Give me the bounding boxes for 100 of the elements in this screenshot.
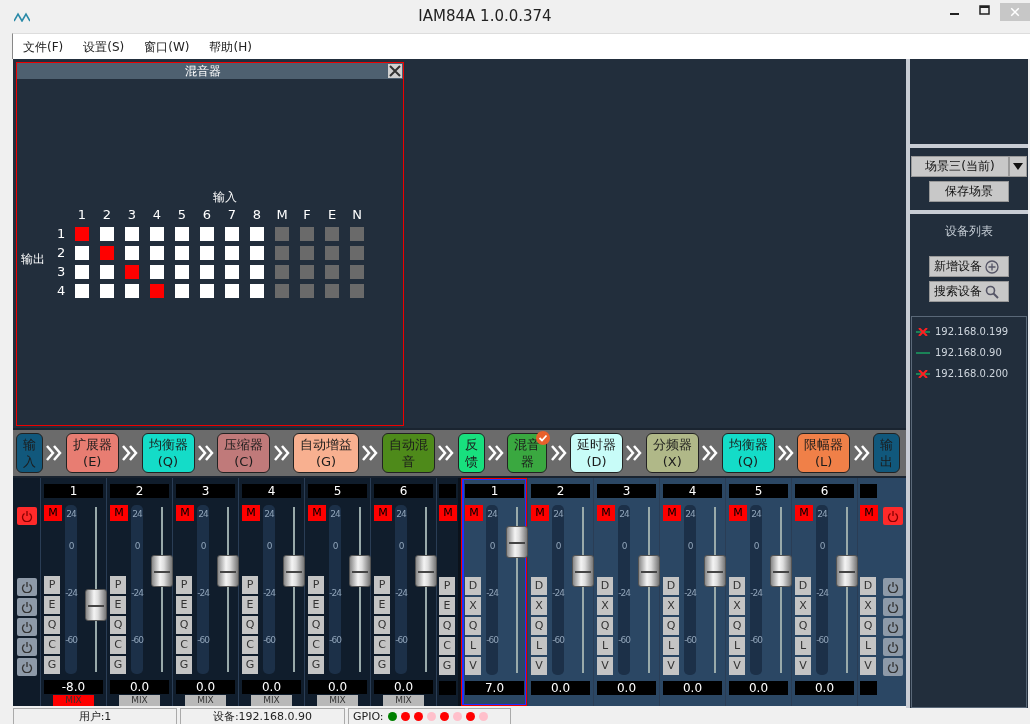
power-button[interactable] [16,618,37,636]
fader-handle[interactable] [85,589,108,622]
matrix-cell[interactable] [75,246,89,260]
channel-button[interactable]: C [110,636,126,654]
channel-button[interactable]: P [110,576,126,594]
mute-button[interactable]: M [729,505,747,521]
power-button[interactable] [16,598,37,616]
power-button[interactable] [882,618,903,636]
device-address[interactable]: 192.168.0.199 [935,324,1009,339]
channel-button[interactable]: P [44,576,60,594]
process-block[interactable]: 均衡器 (Q) [721,433,775,473]
matrix-cell[interactable] [200,284,214,298]
mute-button[interactable]: M [465,505,483,521]
matrix-cell[interactable] [125,265,139,279]
channel-button[interactable]: Q [795,617,811,635]
channel-button[interactable]: Q [729,617,745,635]
channel-button[interactable]: X [860,597,876,615]
channel-button[interactable]: L [663,637,679,655]
channel-button[interactable]: X [795,597,811,615]
channel-button[interactable]: X [465,597,481,615]
mix-button[interactable]: MIX [185,695,226,706]
search-device-button[interactable]: 搜索设备 [929,281,1009,302]
menu-item[interactable]: 设置(S) [73,37,135,56]
matrix-cell[interactable] [150,284,164,298]
process-block[interactable]: 均衡器 (Q) [141,433,195,473]
channel-button[interactable]: X [729,597,745,615]
matrix-cell[interactable] [225,284,239,298]
channel-button[interactable]: P [374,576,390,594]
matrix-cell[interactable] [225,265,239,279]
power-button[interactable] [16,507,37,525]
channel-button[interactable]: V [465,657,481,675]
channel-button[interactable]: G [44,656,60,674]
channel-button[interactable]: P [439,577,455,595]
matrix-cell[interactable] [125,284,139,298]
dropdown-button[interactable] [1009,156,1027,177]
matrix-cell[interactable] [175,227,189,241]
channel-button[interactable]: Q [374,616,390,634]
channel-button[interactable]: Q [663,617,679,635]
matrix-cell[interactable] [150,227,164,241]
menu-item[interactable]: 帮助(H) [199,37,262,56]
channel-button[interactable]: Q [308,616,324,634]
mix-button[interactable]: MIX [317,695,358,706]
matrix-cell[interactable] [125,227,139,241]
matrix-cell[interactable] [250,227,264,241]
channel-button[interactable]: D [465,577,481,595]
channel-button[interactable]: Q [176,616,192,634]
mute-button[interactable]: M [242,505,260,521]
mute-button[interactable]: M [110,505,128,521]
channel-button[interactable]: V [860,657,876,675]
fader-handle[interactable] [506,525,529,558]
power-button[interactable] [882,638,903,656]
process-block[interactable]: 反 馈 [457,433,485,473]
matrix-cell[interactable] [100,227,114,241]
channel-button[interactable]: G [110,656,126,674]
mix-button[interactable]: MIX [119,695,160,706]
channel-button[interactable]: D [860,577,876,595]
matrix-cell[interactable] [250,265,264,279]
fader-handle[interactable] [704,554,727,587]
channel-button[interactable]: E [242,596,258,614]
channel-button[interactable]: C [439,637,455,655]
fader-handle[interactable] [770,554,793,587]
mute-button[interactable]: M [531,505,549,521]
mute-button[interactable]: M [439,505,457,521]
add-device-button[interactable]: 新增设备 [929,256,1009,277]
scene-dropdown[interactable]: 场景三(当前) [911,156,1009,177]
matrix-cell[interactable] [100,284,114,298]
menu-item[interactable]: 文件(F) [13,37,74,56]
process-block[interactable]: 延时器 (D) [570,433,623,473]
channel-button[interactable]: P [242,576,258,594]
matrix-cell[interactable] [200,246,214,260]
fader-handle[interactable] [836,554,859,587]
channel-button[interactable]: Q [44,616,60,634]
channel-button[interactable]: D [795,577,811,595]
process-block[interactable]: 分频器 (X) [645,433,699,473]
channel-button[interactable]: P [176,576,192,594]
fader-handle[interactable] [283,554,306,587]
channel-button[interactable]: E [110,596,126,614]
mute-button[interactable]: M [374,505,392,521]
matrix-cell[interactable] [250,246,264,260]
channel-button[interactable]: V [795,657,811,675]
device-address[interactable]: 192.168.0.200 [935,366,1009,381]
matrix-cell[interactable] [75,265,89,279]
matrix-cell[interactable] [100,265,114,279]
process-block[interactable]: 混音 器 [507,433,548,473]
channel-button[interactable]: V [729,657,745,675]
matrix-cell[interactable] [250,284,264,298]
mute-button[interactable]: M [44,505,62,521]
channel-button[interactable]: C [374,636,390,654]
channel-button[interactable]: L [795,637,811,655]
matrix-cell[interactable] [175,246,189,260]
mix-button[interactable]: MIX [251,695,292,706]
fader-handle[interactable] [217,554,240,587]
matrix-cell[interactable] [150,265,164,279]
process-block[interactable]: 自动增益 (G) [293,433,359,473]
fader-handle[interactable] [151,554,174,587]
channel-button[interactable]: Q [860,617,876,635]
device-address[interactable]: 192.168.0.90 [935,345,1002,360]
process-block[interactable]: 自动混 音 [381,433,435,473]
channel-button[interactable]: L [465,637,481,655]
channel-button[interactable]: D [597,577,613,595]
